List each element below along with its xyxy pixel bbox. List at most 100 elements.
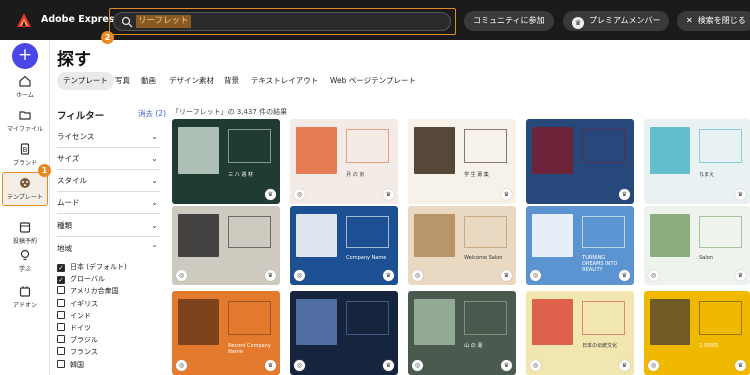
rail-item-templates[interactable]: テンプレート <box>2 172 48 206</box>
template-card-text: 月 の 京 <box>346 171 365 178</box>
chevron-up-icon: ⌃ <box>151 244 158 253</box>
filter-size-label: サイズ <box>57 154 80 163</box>
animated-icon: ◎ <box>648 360 659 371</box>
template-card[interactable]: 山 の 湯 ♛ ◎ <box>408 291 516 375</box>
checkbox-icon[interactable] <box>57 286 65 295</box>
template-card[interactable]: Company Name ♛ ◎ <box>290 206 398 285</box>
checkbox-icon[interactable] <box>57 298 65 307</box>
rail-item-myfiles[interactable]: マイファイル <box>2 109 48 139</box>
template-icon <box>20 178 30 188</box>
callout-badge-2: 2 <box>101 31 114 44</box>
template-card[interactable]: 学 生 募 集 ♛ <box>408 119 516 204</box>
tab-photos[interactable]: 写真 <box>115 72 130 90</box>
rail-item-addons[interactable]: アドオン <box>2 285 48 315</box>
region-checkbox[interactable]: ドイツ <box>57 323 91 334</box>
template-card[interactable]: Welcome Salon ♛ ◎ <box>408 206 516 285</box>
region-checkbox[interactable]: フランス <box>57 347 98 358</box>
tab-videos[interactable]: 動画 <box>141 72 156 90</box>
chevron-down-icon: ⌄ <box>151 221 158 230</box>
region-checkbox[interactable]: イギリス <box>57 298 98 310</box>
premium-crown-icon: ♛ <box>735 360 746 371</box>
checkbox-checked-icon[interactable]: ✓ <box>57 264 65 272</box>
tab-design-assets[interactable]: デザイン素材 <box>169 72 214 90</box>
checkbox-icon[interactable] <box>57 359 65 368</box>
premium-crown-icon: ♛ <box>383 189 394 200</box>
rail-item-learn[interactable]: 学ぶ <box>2 249 48 279</box>
template-card[interactable]: Record Company Name ♛ ◎ <box>172 291 280 375</box>
tab-backgrounds[interactable]: 背景 <box>224 72 239 90</box>
rail-item-schedule[interactable]: 投稿予約 <box>2 221 48 251</box>
template-card[interactable]: 三 八 週 材 ♛ <box>172 119 280 204</box>
brand-icon: B <box>20 143 30 155</box>
region-label: グローバル <box>70 275 105 284</box>
community-button[interactable]: コミュニティに参加 <box>464 11 554 31</box>
premium-crown-icon: ♛ <box>735 270 746 281</box>
checkbox-icon[interactable] <box>57 310 65 319</box>
rail-item-home[interactable]: ホーム <box>2 75 48 105</box>
filter-license[interactable]: ライセンス ⌄ <box>57 126 160 148</box>
filters-title: フィルター <box>57 111 105 122</box>
template-card[interactable]: ♛ <box>526 119 634 204</box>
template-preview-panel <box>699 301 742 335</box>
animated-icon: ◎ <box>176 360 187 371</box>
template-card[interactable]: 月 の 京 ♛ ◎ <box>290 119 398 204</box>
template-card[interactable]: ♛ ◎ <box>172 206 280 285</box>
template-preview-panel <box>228 129 272 163</box>
filter-region[interactable]: 地域 ⌃ <box>57 238 160 260</box>
template-preview-panel <box>296 299 338 346</box>
search-input[interactable]: リーフレット <box>113 12 451 31</box>
template-card[interactable]: ♛ ◎ <box>290 291 398 375</box>
template-card[interactable]: 2,500円 ♛ ◎ <box>644 291 750 375</box>
checkbox-icon[interactable] <box>57 335 65 344</box>
region-checkbox[interactable]: ✓ 日本 (デフォルト) <box>57 262 127 273</box>
region-checkbox[interactable]: 韓国 <box>57 359 84 371</box>
region-checkbox[interactable]: ブラジル <box>57 335 98 346</box>
premium-button[interactable]: ♛ プレミアムメンバー <box>563 11 670 31</box>
premium-crown-icon: ♛ <box>619 270 630 281</box>
template-card-text: Record Company Name <box>228 343 271 356</box>
checkbox-icon[interactable] <box>57 347 65 356</box>
filter-size[interactable]: サイズ ⌄ <box>57 148 160 170</box>
template-preview-panel <box>650 299 691 346</box>
home-icon <box>19 75 31 87</box>
template-preview-panel <box>414 299 456 346</box>
create-button[interactable]: + <box>12 43 38 69</box>
left-rail: + ホーム マイファイル B ブランド テンプレート 投稿予約 学ぶ アドオン <box>0 40 50 375</box>
template-card-text: Salon <box>699 254 713 261</box>
template-preview-panel <box>532 299 574 346</box>
rail-label-learn: 学ぶ <box>18 266 31 273</box>
template-card-text: 山 の 湯 <box>464 343 483 350</box>
region-checkbox[interactable]: アメリカ合衆国 <box>57 286 119 297</box>
template-card[interactable]: Salon ♛ ◎ <box>644 206 750 285</box>
tab-web-templates[interactable]: Web ページテンプレート <box>330 72 416 90</box>
adobe-express-logo[interactable] <box>17 13 31 27</box>
template-preview-panel <box>464 129 508 163</box>
template-card[interactable]: なまえ ♛ <box>644 119 750 204</box>
search-value: リーフレット <box>136 15 191 28</box>
rail-label-templates: テンプレート <box>7 194 43 201</box>
template-card-text: Welcome Salon <box>464 254 503 261</box>
tab-templates[interactable]: テンプレート <box>57 72 114 90</box>
page-title: 探す <box>57 50 91 70</box>
filter-mood[interactable]: ムード ⌄ <box>57 192 160 214</box>
template-preview-panel <box>650 127 691 174</box>
animated-icon: ◎ <box>530 270 541 281</box>
region-label: 日本 (デフォルト) <box>70 263 127 271</box>
filter-type[interactable]: 種類 ⌄ <box>57 215 160 237</box>
template-card-text: 学 生 募 集 <box>464 171 489 178</box>
template-card-text: 三 八 週 材 <box>228 171 253 178</box>
addon-icon <box>19 286 31 297</box>
clear-filters-link[interactable]: 消去 (2) <box>138 108 166 119</box>
tab-text-layouts[interactable]: テキストレイアウト <box>251 72 318 90</box>
filter-style[interactable]: スタイル ⌄ <box>57 170 160 192</box>
checkbox-icon[interactable] <box>57 323 65 331</box>
template-card[interactable]: 日本の伝統文化 ♛ ◎ <box>526 291 634 375</box>
checkbox-checked-icon[interactable]: ✓ <box>57 276 65 285</box>
region-checkbox[interactable]: インド <box>57 310 91 322</box>
close-search-label: 検索を閉じる <box>697 16 746 25</box>
region-checkbox[interactable]: ✓ グローバル <box>57 274 105 285</box>
search-highlight: リーフレット <box>109 8 456 35</box>
close-search-button[interactable]: ✕ 検索を閉じる <box>677 11 750 31</box>
template-preview-panel <box>582 216 626 248</box>
template-card[interactable]: TURNING DREAMS INTO REALITY ♛ ◎ <box>526 206 634 285</box>
